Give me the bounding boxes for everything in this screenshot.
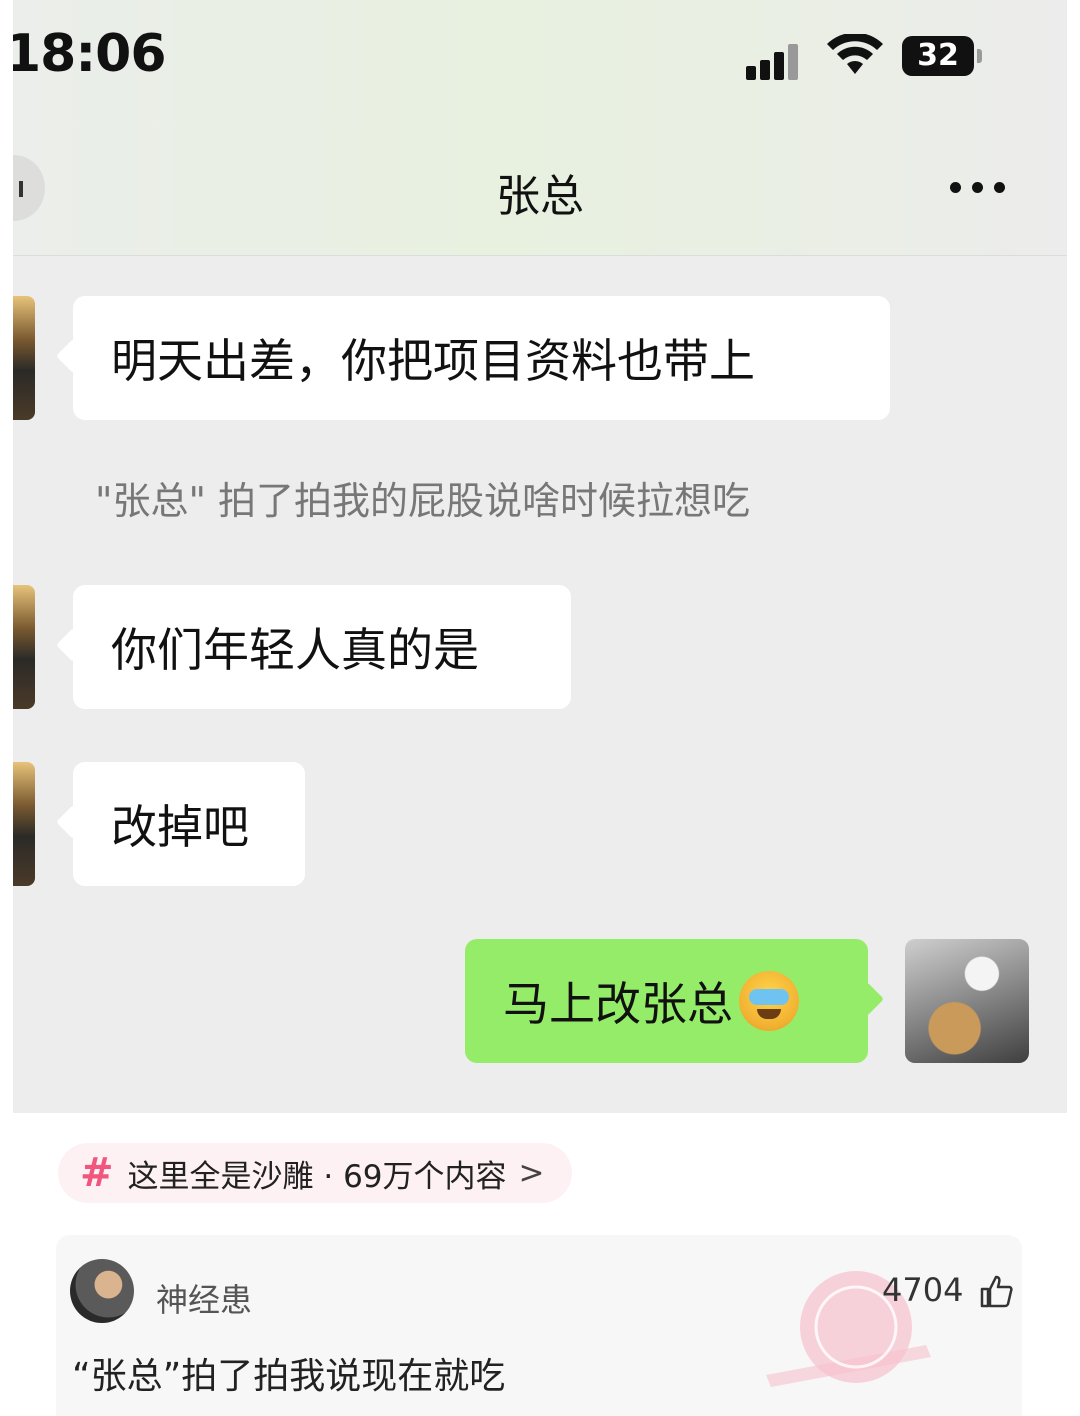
contact-avatar[interactable] [13, 296, 35, 420]
signal-icon [746, 40, 806, 80]
comment-card: 神经患 “张总”拍了拍我说现在就吃 4704 [56, 1235, 1022, 1416]
comment-username[interactable]: 神经患 [156, 1275, 252, 1321]
message-bubble-received[interactable]: 你们年轻人真的是 [73, 585, 571, 709]
status-time: 18:06 [13, 24, 167, 84]
contact-avatar[interactable] [13, 762, 35, 886]
like-count: 4704 [882, 1271, 964, 1309]
message-bubble-received[interactable]: 明天出差，你把项目资料也带上 [73, 296, 890, 420]
chat-header: 18:06 32 张总 [13, 0, 1067, 256]
message-text: 马上改张总 [503, 977, 733, 1031]
pat-notice: "张总" 拍了拍我的屁股说啥时候拉想吃 [95, 479, 751, 523]
avatar[interactable] [70, 1259, 134, 1323]
message-bubble-received[interactable]: 改掉吧 [73, 762, 305, 886]
battery-icon: 32 [902, 36, 982, 76]
topic-label: 这里全是沙雕 · 69万个内容 [127, 1158, 507, 1195]
wifi-icon [827, 34, 883, 74]
message-bubble-sent[interactable]: 马上改张总 [465, 939, 868, 1063]
comment-text: “张总”拍了拍我说现在就吃 [72, 1356, 506, 1397]
more-icon[interactable] [950, 182, 1012, 194]
crying-laughing-emoji-icon [739, 971, 799, 1031]
topic-tag[interactable]: # 这里全是沙雕 · 69万个内容 > [58, 1143, 572, 1203]
hashtag-icon: # [80, 1150, 114, 1196]
message-text: 你们年轻人真的是 [111, 623, 479, 677]
chat-title: 张总 [496, 171, 584, 222]
thumbs-up-icon[interactable] [978, 1273, 1014, 1309]
contact-avatar[interactable] [13, 585, 35, 709]
message-text: 明天出差，你把项目资料也带上 [111, 334, 755, 388]
message-text: 改掉吧 [111, 800, 249, 854]
chevron-right-icon: > [518, 1155, 545, 1191]
my-avatar[interactable] [905, 939, 1029, 1063]
chat-screenshot: 18:06 32 张总 明天出差，你把项目资料也带上 "张总" 拍了拍我的屁股说… [13, 0, 1067, 1113]
